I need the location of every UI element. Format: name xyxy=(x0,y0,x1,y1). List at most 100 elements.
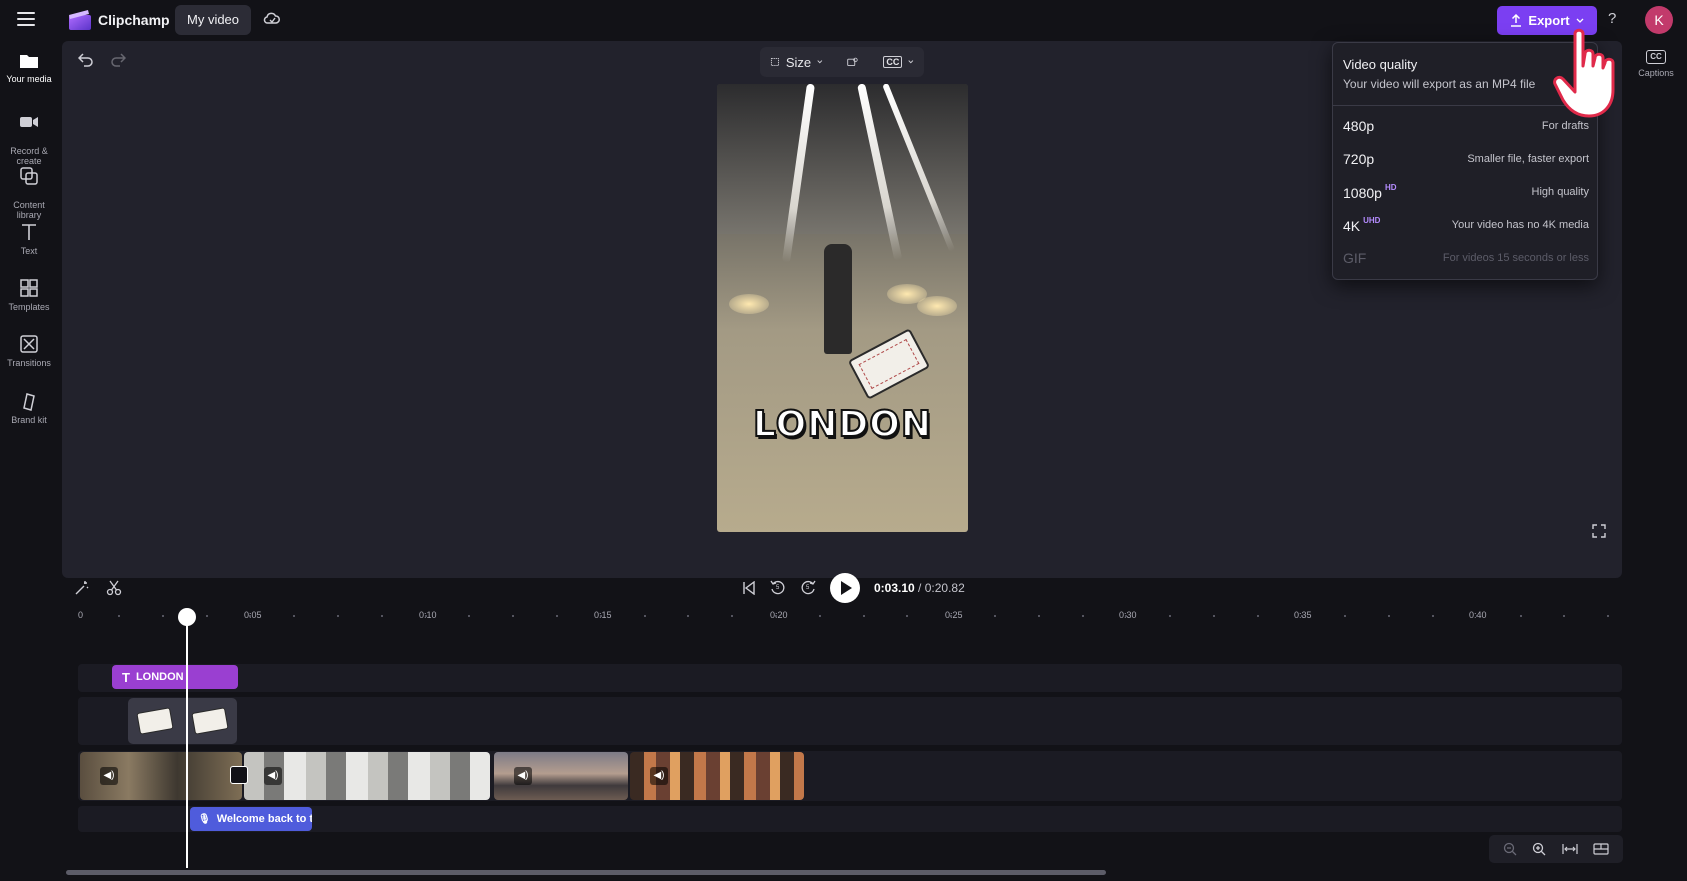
sidebar-item-text[interactable]: Text xyxy=(0,221,58,256)
sidebar-item-label: Transitions xyxy=(7,358,51,368)
sidebar-item-transitions[interactable]: Transitions xyxy=(0,333,58,368)
timeline-layout-icon[interactable] xyxy=(1593,843,1609,855)
uhd-badge: UHD xyxy=(1363,216,1381,225)
export-option-720p[interactable]: 720p Smaller file, faster export xyxy=(1343,144,1589,174)
fit-timeline-icon[interactable] xyxy=(1562,843,1578,855)
volume-icon: ◀) xyxy=(650,767,668,785)
option-resolution-text: 1080p xyxy=(1343,185,1382,201)
forward-5-icon[interactable]: 5 xyxy=(800,580,816,596)
video-clip-3[interactable]: ◀) xyxy=(494,752,628,800)
preview-glow xyxy=(917,296,957,316)
sidebar-item-brand-kit[interactable]: Brand kit xyxy=(0,390,58,425)
cc-button[interactable]: CC xyxy=(883,56,903,68)
sidebar-item-label: Brand kit xyxy=(11,415,47,425)
ruler-tick xyxy=(1256,615,1259,617)
sticker-clip[interactable] xyxy=(128,698,237,744)
export-option-gif: GIF For videos 15 seconds or less xyxy=(1343,243,1589,273)
play-button[interactable] xyxy=(830,573,860,603)
ruler-tick xyxy=(906,615,909,617)
dropdown-title: Video quality xyxy=(1343,57,1418,72)
export-option-4k[interactable]: 4K UHD Your video has no 4K media xyxy=(1343,210,1589,240)
transition-icon[interactable] xyxy=(230,766,248,784)
option-description: High quality xyxy=(1531,186,1589,198)
ruler-tick xyxy=(337,615,339,617)
ruler-tick xyxy=(205,615,208,617)
scissors-icon[interactable] xyxy=(106,580,122,596)
timeline-tools xyxy=(74,580,122,596)
timeline-scrollbar[interactable] xyxy=(66,870,1106,875)
option-description: Your video has no 4K media xyxy=(1451,219,1589,231)
cloud-sync-icon[interactable] xyxy=(263,11,281,27)
video-clip-2[interactable]: ◀) xyxy=(244,752,490,800)
auto-compose-icon[interactable] xyxy=(847,55,859,69)
sidebar-item-templates[interactable]: Templates xyxy=(0,277,58,312)
zoom-out-icon[interactable] xyxy=(1503,842,1517,856)
ruler-tick xyxy=(818,615,821,617)
top-bar: Clipchamp My video Export ? K xyxy=(0,0,1687,41)
sidebar-item-your-media[interactable]: Your media xyxy=(0,49,58,84)
dropdown-subtitle: Your video will export as an MP4 file xyxy=(1343,77,1536,91)
volume-icon: ◀) xyxy=(514,767,532,785)
project-title[interactable]: My video xyxy=(175,5,252,35)
playhead[interactable] xyxy=(186,612,188,868)
captions-label: Captions xyxy=(1638,68,1674,78)
redo-icon[interactable] xyxy=(110,53,126,67)
hamburger-menu-icon[interactable] xyxy=(17,12,35,28)
ruler-tick xyxy=(775,615,777,617)
volume-icon: ◀) xyxy=(264,767,282,785)
chevron-down-icon xyxy=(908,60,914,64)
audio-clip-label: Welcome back to th xyxy=(216,813,312,825)
video-clip-4[interactable]: ◀) xyxy=(630,752,804,800)
undo-icon[interactable] xyxy=(78,53,94,67)
option-description: For videos 15 seconds or less xyxy=(1442,252,1589,264)
magic-wand-icon[interactable] xyxy=(74,580,90,596)
ruler-tick xyxy=(380,615,383,617)
ruler-tick xyxy=(1475,615,1478,617)
export-label: Export xyxy=(1528,13,1570,28)
captions-panel-button[interactable]: CC Captions xyxy=(1631,50,1681,78)
timecode: 0:03.10 / 0:20.82 xyxy=(874,579,965,597)
sidebar-item-content-library[interactable]: Content library xyxy=(0,155,58,220)
canvas-toolbar: Size CC xyxy=(760,47,924,77)
sidebar-item-label: Templates xyxy=(8,302,50,312)
fullscreen-icon[interactable] xyxy=(1592,524,1606,538)
text-clip[interactable]: T LONDON xyxy=(112,665,238,689)
ticket-thumbnail xyxy=(191,707,229,735)
ruler-tick xyxy=(687,615,690,617)
total-time: 0:20.82 xyxy=(924,581,965,595)
clipchamp-logo-icon xyxy=(69,10,91,30)
upload-icon xyxy=(1511,14,1522,27)
option-description: Smaller file, faster export xyxy=(1467,153,1589,165)
timeline-ruler[interactable]: 0 0:05 0:10 0:15 0:20 0:25 0:30 0:35 0:4… xyxy=(78,610,1618,626)
video-preview[interactable]: LONDON xyxy=(717,84,968,532)
help-icon[interactable]: ? xyxy=(1608,10,1616,27)
rewind-5-icon[interactable]: 5 xyxy=(770,580,786,596)
brand-kit-icon xyxy=(23,393,35,411)
ruler-tick xyxy=(862,615,865,617)
export-option-1080p[interactable]: 1080p HD High quality xyxy=(1343,177,1589,207)
folder-icon xyxy=(20,55,38,68)
ruler-tick xyxy=(1607,615,1610,617)
ruler-tick xyxy=(1563,615,1566,617)
option-resolution-text: 4K xyxy=(1343,218,1361,234)
skip-to-start-icon[interactable] xyxy=(742,581,756,595)
size-button[interactable]: Size xyxy=(786,55,811,70)
ruler-label: 0:15 xyxy=(594,610,612,620)
audio-clip[interactable]: 🎙 Welcome back to th xyxy=(190,807,312,831)
ruler-tick xyxy=(293,615,296,617)
ruler-tick xyxy=(468,615,471,617)
text-track xyxy=(78,664,1622,692)
ruler-tick xyxy=(994,615,996,617)
preview-person xyxy=(824,244,852,354)
text-icon xyxy=(22,224,36,240)
templates-icon xyxy=(20,279,38,297)
video-clip-1[interactable]: ◀) xyxy=(80,752,242,800)
ruler-label: 0:35 xyxy=(1294,610,1312,620)
option-description: For drafts xyxy=(1541,120,1589,132)
zoom-in-icon[interactable] xyxy=(1532,842,1546,856)
resize-icon[interactable] xyxy=(770,55,780,69)
overlay-text[interactable]: LONDON xyxy=(717,403,968,446)
library-icon xyxy=(20,167,38,185)
hand-pointer-icon xyxy=(1553,28,1615,118)
avatar[interactable]: K xyxy=(1645,6,1673,34)
